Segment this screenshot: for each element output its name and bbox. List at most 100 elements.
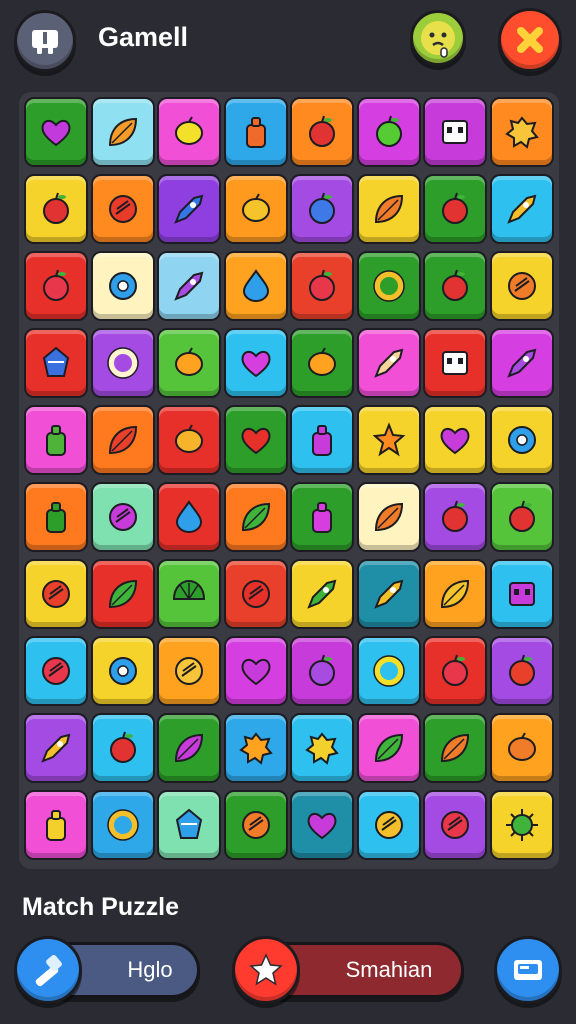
tile[interactable]	[489, 713, 554, 783]
tile[interactable]	[489, 328, 554, 398]
tile[interactable]	[223, 559, 288, 629]
tile[interactable]	[290, 713, 354, 783]
tile[interactable]	[24, 174, 88, 244]
tile[interactable]	[290, 97, 354, 167]
tile[interactable]	[423, 790, 487, 860]
tile[interactable]	[223, 328, 288, 398]
ring-icon	[106, 809, 139, 841]
apple-icon	[109, 731, 136, 763]
tile[interactable]	[90, 559, 155, 629]
tile[interactable]	[157, 559, 221, 629]
tile[interactable]	[24, 713, 88, 783]
share-button-label: Smahian	[345, 957, 433, 982]
leaf-icon	[440, 733, 470, 763]
home-grid-icon	[32, 30, 58, 54]
tile[interactable]	[223, 405, 288, 475]
tile[interactable]	[157, 636, 221, 706]
flower-icon	[507, 426, 536, 454]
tile[interactable]	[356, 636, 421, 706]
tile[interactable]	[290, 790, 354, 860]
tile[interactable]	[489, 174, 554, 244]
tile[interactable]	[423, 559, 487, 629]
tile[interactable]	[423, 97, 487, 167]
tile[interactable]	[356, 559, 421, 629]
tile[interactable]	[356, 405, 421, 475]
tile[interactable]	[24, 251, 88, 321]
tile[interactable]	[90, 482, 155, 552]
tile[interactable]	[356, 790, 421, 860]
close-button[interactable]	[498, 8, 562, 72]
tile[interactable]	[423, 636, 487, 706]
tile[interactable]	[290, 482, 354, 552]
tile[interactable]	[90, 251, 155, 321]
home-button[interactable]	[14, 10, 76, 72]
tile[interactable]	[223, 97, 288, 167]
tile[interactable]	[157, 174, 221, 244]
tile[interactable]	[157, 97, 221, 167]
tile[interactable]	[90, 713, 155, 783]
tile[interactable]	[90, 174, 155, 244]
tile[interactable]	[223, 790, 288, 860]
tile[interactable]	[24, 328, 88, 398]
tile[interactable]	[423, 713, 487, 783]
tile[interactable]	[356, 328, 421, 398]
tile[interactable]	[423, 251, 487, 321]
tile[interactable]	[157, 251, 221, 321]
tile[interactable]	[157, 713, 221, 783]
apple-icon	[309, 192, 335, 224]
tile[interactable]	[356, 713, 421, 783]
tile[interactable]	[290, 328, 354, 398]
tile[interactable]	[90, 328, 155, 398]
tile[interactable]	[489, 559, 554, 629]
tile[interactable]	[24, 482, 88, 552]
tile[interactable]	[90, 97, 155, 167]
tile[interactable]	[24, 559, 88, 629]
tile[interactable]	[90, 790, 155, 860]
tile[interactable]	[356, 174, 421, 244]
tile[interactable]	[290, 405, 354, 475]
tile[interactable]	[489, 636, 554, 706]
tile[interactable]	[24, 636, 88, 706]
apple-icon	[43, 192, 69, 224]
tile[interactable]	[290, 636, 354, 706]
star-icon	[249, 953, 283, 986]
tile[interactable]	[223, 251, 288, 321]
tile[interactable]	[157, 790, 221, 860]
tile[interactable]	[223, 174, 288, 244]
tile[interactable]	[223, 713, 288, 783]
tile[interactable]	[157, 328, 221, 398]
tile[interactable]	[223, 482, 288, 552]
tile[interactable]	[90, 405, 155, 475]
card-button[interactable]	[494, 936, 562, 1004]
tile[interactable]	[489, 790, 554, 860]
tile[interactable]	[24, 97, 88, 167]
tile[interactable]	[290, 174, 354, 244]
heart-icon	[307, 812, 337, 840]
tile[interactable]	[489, 251, 554, 321]
tile[interactable]	[157, 482, 221, 552]
tile[interactable]	[290, 251, 354, 321]
tile[interactable]	[423, 328, 487, 398]
tile[interactable]	[223, 636, 288, 706]
tile[interactable]	[423, 405, 487, 475]
tile[interactable]	[290, 559, 354, 629]
splat-icon	[504, 116, 539, 149]
help-icon-button[interactable]	[14, 936, 82, 1004]
tile[interactable]	[356, 251, 421, 321]
tile[interactable]	[489, 482, 554, 552]
tile[interactable]	[423, 174, 487, 244]
tile[interactable]	[90, 636, 155, 706]
emoji-button[interactable]	[410, 10, 466, 66]
tile[interactable]	[489, 405, 554, 475]
tile[interactable]	[356, 482, 421, 552]
tile[interactable]	[24, 405, 88, 475]
tile[interactable]	[356, 97, 421, 167]
share-icon-button[interactable]	[232, 936, 300, 1004]
game-title: Gamell	[98, 22, 189, 52]
drop-icon	[175, 500, 203, 534]
rocket-icon	[373, 579, 403, 609]
tile[interactable]	[489, 97, 554, 167]
tile[interactable]	[423, 482, 487, 552]
tile[interactable]	[24, 790, 88, 860]
tile[interactable]	[157, 405, 221, 475]
